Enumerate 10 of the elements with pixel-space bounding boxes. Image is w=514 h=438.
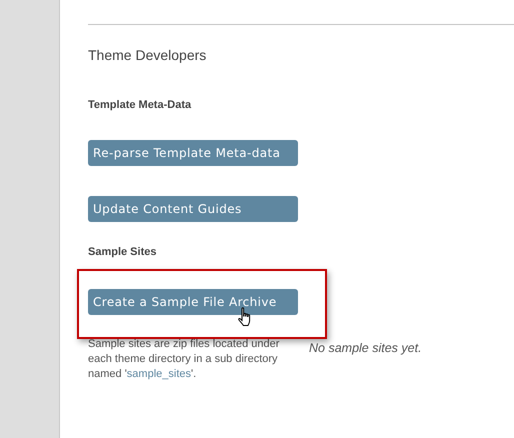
section-title: Theme Developers — [88, 46, 208, 65]
create-archive-button[interactable]: Create a Sample File Archive — [88, 289, 298, 315]
section-heading: Sample Sites — [88, 244, 158, 260]
action-button[interactable]: Update Content Guides — [88, 196, 298, 222]
sample-sites-link[interactable]: sample_sites — [126, 368, 191, 380]
hand-cursor-icon — [237, 307, 253, 327]
empty-message: No sample sites yet. — [309, 340, 422, 357]
section-heading: Template Meta-Data — [88, 98, 192, 113]
description-text: Sample sites are zip files located under each theme directory in a sub directory named 'sample_sites'. — [88, 337, 280, 382]
action-button[interactable]: Re-parse Template Meta-data — [88, 140, 298, 166]
